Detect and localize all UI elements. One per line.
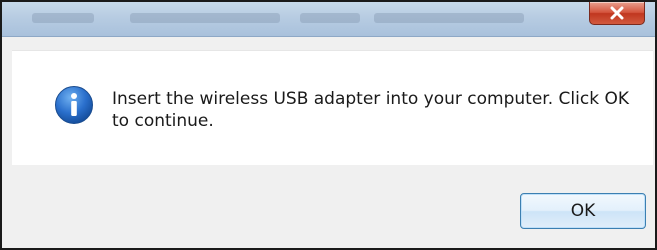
info-icon	[55, 86, 93, 124]
ok-button[interactable]: OK	[520, 193, 646, 229]
blurred-title-segment	[32, 13, 94, 23]
message-dialog: Insert the wireless USB adapter into you…	[0, 0, 657, 250]
blurred-title-segment	[130, 13, 280, 23]
title-bar[interactable]	[2, 2, 655, 37]
blurred-title-segment	[300, 13, 360, 23]
dialog-message: Insert the wireless USB adapter into you…	[112, 89, 629, 131]
close-button[interactable]	[589, 2, 645, 25]
close-icon	[610, 6, 624, 20]
blurred-title-segment	[374, 13, 524, 23]
dialog-content: Insert the wireless USB adapter into you…	[12, 50, 653, 165]
dialog-footer: OK	[2, 165, 655, 248]
